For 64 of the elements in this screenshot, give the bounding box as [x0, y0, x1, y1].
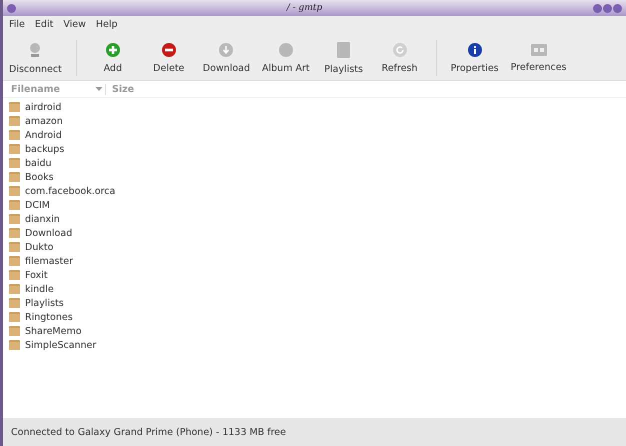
folder-icon	[9, 298, 20, 308]
menu-item[interactable]: Edit	[34, 19, 54, 33]
folder-icon	[9, 116, 20, 126]
folder-icon	[9, 312, 20, 322]
folder-icon	[9, 130, 20, 140]
file-name[interactable]: Ringtones	[25, 312, 73, 322]
folder-icon	[9, 228, 20, 238]
window-title: / - gmtp	[286, 3, 322, 13]
disc-icon	[278, 42, 293, 56]
app-icon[interactable]	[7, 4, 16, 12]
file-name[interactable]: Foxit	[25, 270, 48, 280]
folder-icon	[9, 200, 20, 210]
preferences-icon	[530, 44, 547, 56]
toolbar-button[interactable]: Refresh	[372, 36, 428, 80]
toolbar-button[interactable]: Playlists	[316, 36, 372, 80]
status-text: Connected to Galaxy Grand Prime (Phone) - 1133 MB free	[11, 426, 286, 438]
file-name[interactable]: Android	[25, 130, 62, 140]
folder-icon	[9, 186, 20, 196]
folder-icon	[9, 256, 20, 266]
file-name[interactable]: Dukto	[25, 242, 54, 252]
file-name[interactable]: DCIM	[25, 200, 50, 210]
toolbar-button[interactable]: Album Art	[256, 36, 316, 80]
folder-icon	[9, 284, 20, 294]
file-name[interactable]: kindle	[25, 284, 54, 294]
menu-item[interactable]: File	[9, 19, 25, 33]
toolbar-button[interactable]: Disconnect	[3, 36, 68, 80]
folder-icon	[9, 242, 20, 252]
file-name[interactable]: Playlists	[25, 298, 64, 308]
folder-icon	[9, 158, 20, 168]
file-name[interactable]: dianxin	[25, 214, 60, 224]
folder-icon	[9, 340, 20, 350]
download-icon	[219, 42, 234, 56]
folder-icon	[9, 172, 20, 182]
toolbar-button[interactable]: Properties	[444, 36, 505, 80]
refresh-icon	[392, 42, 407, 56]
restore-button[interactable]	[613, 4, 622, 12]
info-icon	[468, 42, 482, 56]
menu-item[interactable]: Help	[96, 19, 118, 33]
file-name[interactable]: filemaster	[25, 256, 73, 266]
toolbar-button[interactable]: Add	[84, 36, 141, 80]
folder-icon	[9, 214, 20, 224]
folder-icon	[9, 102, 20, 112]
folder-icon	[9, 144, 20, 154]
file-name[interactable]: amazon	[25, 116, 63, 126]
file-name[interactable]: Download	[25, 228, 72, 238]
file-name[interactable]: baidu	[25, 158, 52, 168]
add-icon	[106, 42, 120, 56]
file-name[interactable]: Books	[25, 172, 54, 182]
delete-icon	[162, 42, 176, 56]
toolbar-button[interactable]: Download	[196, 36, 256, 80]
document-icon	[337, 42, 350, 58]
file-name[interactable]: SimpleScanner	[25, 340, 96, 350]
folder-icon	[9, 270, 20, 280]
toolbar-button[interactable]: Preferences	[504, 36, 572, 80]
toolbar-button[interactable]: Delete	[140, 36, 197, 80]
sort-caret-icon	[93, 87, 105, 91]
file-name[interactable]: com.facebook.orca	[25, 186, 116, 196]
menu-item[interactable]: View	[63, 19, 86, 33]
file-name[interactable]: backups	[25, 144, 64, 154]
folder-icon	[9, 326, 20, 336]
maximize-button[interactable]	[603, 4, 612, 12]
file-name[interactable]: ShareMemo	[25, 326, 82, 336]
file-name[interactable]: airdroid	[25, 102, 62, 112]
minimize-button[interactable]	[593, 4, 602, 12]
